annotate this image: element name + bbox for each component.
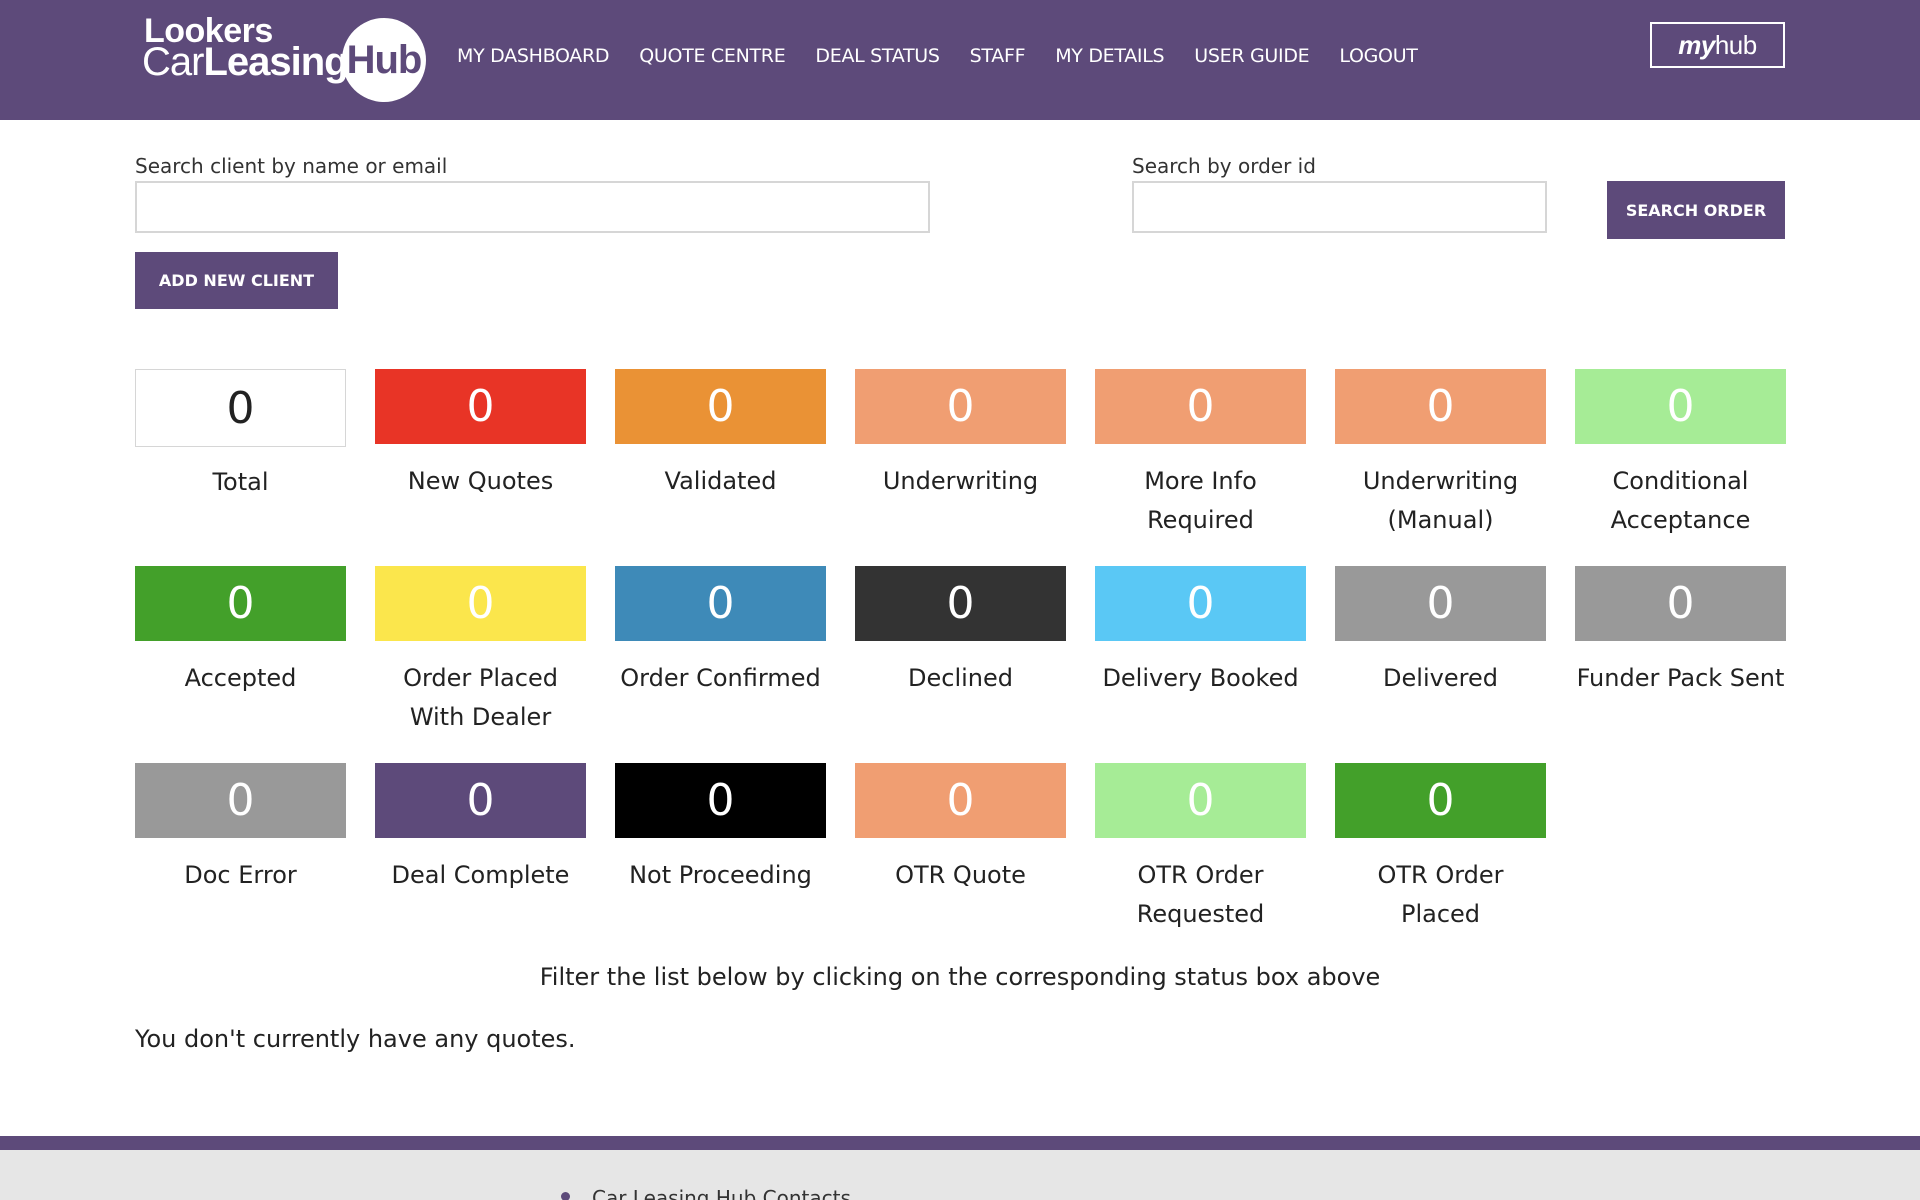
status-new-quotes[interactable]: 0 New Quotes [375,369,586,501]
status-count-box: 0 [855,566,1066,641]
status-label: Order Confirmed [620,664,821,692]
status-count-box: 0 [1335,566,1546,641]
nav-deal-status[interactable]: DEAL STATUS [815,45,940,67]
status-label: Funder Pack Sent [1576,664,1785,692]
status-doc-error[interactable]: 0 Doc Error [135,763,346,895]
nav-staff[interactable]: STAFF [970,45,1026,67]
status-funder-pack-sent[interactable]: 0 Funder Pack Sent [1575,566,1786,698]
status-count-box: 0 [615,763,826,838]
status-count-box: 0 [1575,566,1786,641]
status-label: Underwriting (Manual) [1362,467,1519,534]
status-count-box: 0 [855,369,1066,444]
main-nav: MY DASHBOARD QUOTE CENTRE DEAL STATUS ST… [457,45,1448,67]
status-label: Total [212,468,269,496]
status-order-confirmed[interactable]: 0 Order Confirmed [615,566,826,698]
footer-link-contacts[interactable]: Car Leasing Hub Contacts [592,1186,851,1200]
top-header: Lookers CarLeasing Hub MY DASHBOARD QUOT… [0,0,1920,120]
nav-logout[interactable]: LOGOUT [1339,45,1418,67]
site-logo[interactable]: Lookers CarLeasing Hub [142,12,428,104]
status-count-box: 0 [1095,763,1306,838]
status-label: OTR Order Requested [1136,861,1265,928]
status-otr-order-requested[interactable]: 0 OTR Order Requested [1095,763,1306,934]
status-label: Validated [664,467,777,495]
status-count-box: 0 [1095,369,1306,444]
status-order-placed-with-dealer[interactable]: 0 Order Placed With Dealer [375,566,586,737]
status-count-box: 0 [1335,369,1546,444]
nav-user-guide[interactable]: USER GUIDE [1194,45,1309,67]
status-delivery-booked[interactable]: 0 Delivery Booked [1095,566,1306,698]
status-label: Doc Error [184,861,297,889]
status-more-info-required[interactable]: 0 More Info Required [1095,369,1306,540]
nav-quote-centre[interactable]: QUOTE CENTRE [639,45,785,67]
status-deal-complete[interactable]: 0 Deal Complete [375,763,586,895]
status-label: OTR Order Placed [1377,861,1504,928]
status-label: Deal Complete [391,861,570,889]
status-count-box: 0 [615,566,826,641]
myhub-text-hub: hub [1714,29,1757,60]
footer-divider [0,1136,1920,1150]
client-search-input[interactable] [135,181,930,233]
status-count-box: 0 [1095,566,1306,641]
status-accepted[interactable]: 0 Accepted [135,566,346,698]
status-count-box: 0 [615,369,826,444]
status-label: Conditional Acceptance [1610,467,1751,534]
status-label: Accepted [184,664,297,692]
order-search-label: Search by order id [1132,154,1316,178]
status-otr-quote[interactable]: 0 OTR Quote [855,763,1066,895]
status-label: Declined [908,664,1013,692]
status-count-box: 0 [855,763,1066,838]
status-label: Delivery Booked [1102,664,1299,692]
status-total[interactable]: 0 Total [135,369,346,502]
footer: Car Leasing Hub Contacts [0,1150,1920,1200]
order-id-input[interactable] [1132,181,1547,233]
bullet-icon [561,1192,570,1200]
status-label: New Quotes [407,467,554,495]
status-count-box: 0 [375,566,586,641]
status-count-box: 0 [375,763,586,838]
status-count-box: 0 [135,566,346,641]
status-count-box: 0 [135,369,346,447]
status-count-box: 0 [1575,369,1786,444]
client-search-label: Search client by name or email [135,154,448,178]
status-label: OTR Quote [895,861,1026,889]
nav-my-dashboard[interactable]: MY DASHBOARD [457,45,610,67]
empty-quotes-message: You don't currently have any quotes. [135,1025,576,1053]
status-underwriting[interactable]: 0 Underwriting [855,369,1066,501]
add-new-client-button[interactable]: ADD NEW CLIENT [135,252,338,309]
myhub-text-my: my [1678,29,1715,60]
status-otr-order-placed[interactable]: 0 OTR Order Placed [1335,763,1546,934]
filter-instructions: Filter the list below by clicking on the… [539,963,1381,991]
status-label: Delivered [1383,664,1498,692]
logo-text-carleasing: CarLeasing [142,40,349,84]
myhub-button[interactable]: my hub [1650,22,1785,68]
status-count-box: 0 [1335,763,1546,838]
status-not-proceeding[interactable]: 0 Not Proceeding [615,763,826,895]
status-underwriting-manual[interactable]: 0 Underwriting (Manual) [1335,369,1546,540]
status-validated[interactable]: 0 Validated [615,369,826,501]
status-declined[interactable]: 0 Declined [855,566,1066,698]
status-label: Order Placed With Dealer [403,664,558,731]
status-count-box: 0 [375,369,586,444]
nav-my-details[interactable]: MY DETAILS [1055,45,1164,67]
status-conditional-acceptance[interactable]: 0 Conditional Acceptance [1575,369,1786,540]
logo-hub-circle: Hub [342,18,426,102]
status-label: Not Proceeding [629,861,812,889]
status-count-box: 0 [135,763,346,838]
search-order-button[interactable]: SEARCH ORDER [1607,181,1785,239]
status-label: More Info Required [1144,467,1257,534]
status-delivered[interactable]: 0 Delivered [1335,566,1546,698]
status-label: Underwriting [882,467,1039,495]
